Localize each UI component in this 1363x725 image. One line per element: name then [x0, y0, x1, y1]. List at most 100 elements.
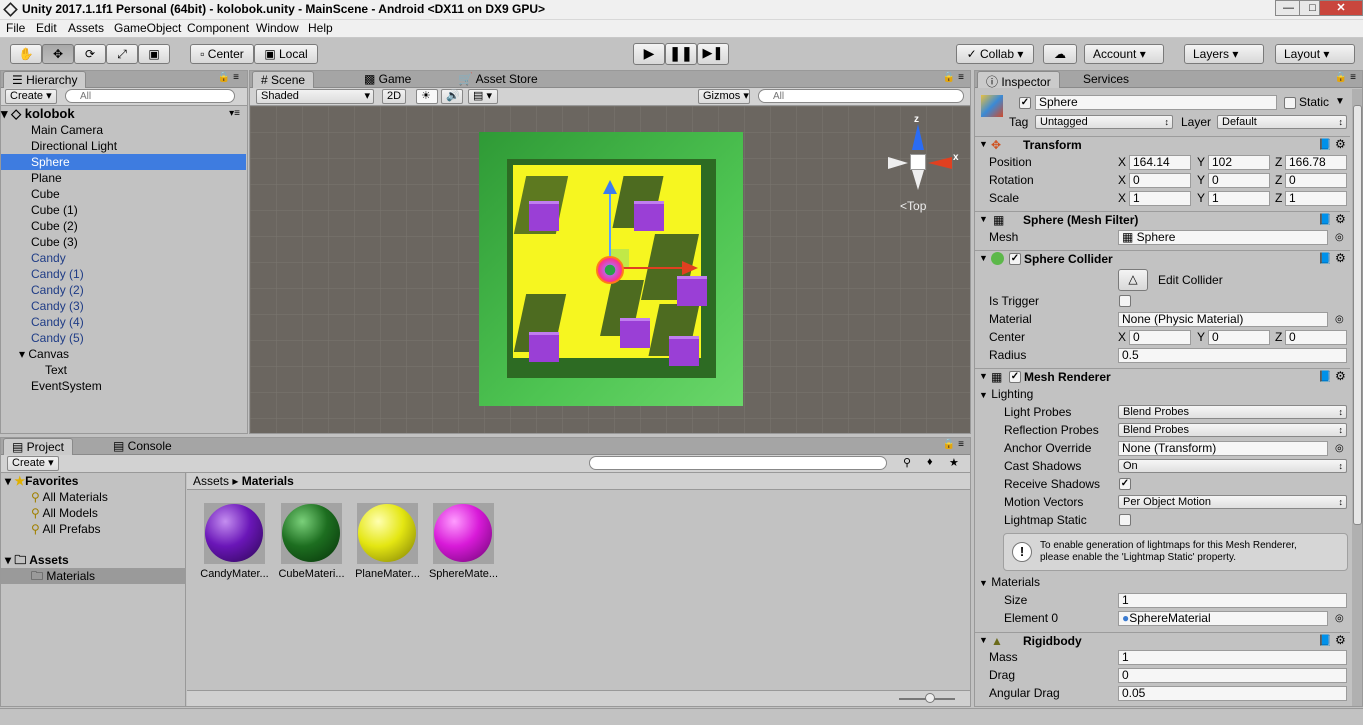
layout-dropdown[interactable]: Layout ▾	[1275, 44, 1355, 64]
foldout-arrow-icon[interactable]: ▼	[979, 139, 988, 149]
scene-search-input[interactable]	[758, 89, 964, 103]
pivot-space-button[interactable]: ▣ Local	[254, 44, 318, 64]
foldout-arrow-icon[interactable]: ▼	[979, 371, 988, 381]
hierarchy-item-candy-1[interactable]: Candy (1)	[1, 266, 246, 282]
hierarchy-item-candy-5[interactable]: Candy (5)	[1, 330, 246, 346]
help-book-icon[interactable]: 📘	[1318, 252, 1332, 265]
mass-field[interactable]: 1	[1118, 650, 1347, 665]
lighting-foldout[interactable]: ▼ Lighting	[979, 387, 1033, 403]
receive-shadows-checkbox[interactable]: ✓	[1119, 478, 1131, 490]
scene-lighting-icon[interactable]: ☀	[416, 89, 438, 104]
tab-inspector[interactable]: ⓘ Inspector	[977, 71, 1060, 89]
hierarchy-item-cube-3[interactable]: Cube (3)	[1, 234, 246, 250]
hierarchy-item-candy-4[interactable]: Candy (4)	[1, 314, 246, 330]
project-search-input[interactable]	[589, 456, 887, 470]
orientation-x-arrow-icon[interactable]	[928, 157, 952, 169]
cast-shadows-dropdown[interactable]: On	[1118, 459, 1347, 473]
orientation-z-arrow-icon[interactable]	[912, 124, 924, 150]
pause-button[interactable]: ❚❚	[665, 43, 697, 65]
orientation-label[interactable]: <Top	[900, 199, 926, 213]
static-checkbox[interactable]	[1284, 97, 1296, 109]
material-tile-2[interactable]	[357, 503, 418, 564]
position-z-field[interactable]: 166.78	[1285, 155, 1347, 170]
static-chevron-icon[interactable]: ▼	[1335, 94, 1345, 109]
foldout-arrow-icon[interactable]: ▼	[979, 214, 988, 224]
rect-tool-icon[interactable]: ▣	[138, 44, 170, 64]
position-x-field[interactable]: 164.14	[1129, 155, 1191, 170]
scale-y-field[interactable]: 1	[1208, 191, 1270, 206]
filter-type-icon[interactable]: ⚲	[903, 456, 911, 469]
center-y-field[interactable]: 0	[1208, 330, 1270, 345]
menu-component[interactable]: Component	[187, 21, 249, 35]
mesh-filter-header[interactable]: ▼ ▦ Sphere (Mesh Filter) 📘 ⚙	[975, 211, 1350, 229]
materials-foldout[interactable]: ▼ Materials	[979, 575, 1040, 591]
project-create-dropdown[interactable]: Create ▾	[7, 456, 59, 471]
gear-icon[interactable]: ⚙	[1335, 369, 1346, 383]
hierarchy-item-candy-2[interactable]: Candy (2)	[1, 282, 246, 298]
gear-icon[interactable]: ⚙	[1335, 137, 1346, 151]
is-trigger-checkbox[interactable]	[1119, 295, 1131, 307]
icon-size-slider-thumb[interactable]	[925, 693, 935, 703]
material-tile-3[interactable]	[433, 503, 494, 564]
anchor-override-field[interactable]: None (Transform)	[1118, 441, 1328, 456]
gear-icon[interactable]: ⚙	[1335, 633, 1346, 647]
mesh-object-field[interactable]: ▦ Sphere	[1118, 230, 1328, 245]
step-button[interactable]: ▶❚	[697, 43, 729, 65]
menu-edit[interactable]: Edit	[36, 21, 57, 35]
tab-hierarchy[interactable]: ☰ Hierarchy	[3, 71, 87, 88]
gear-icon[interactable]: ⚙	[1335, 212, 1346, 226]
hierarchy-item-eventsystem[interactable]: EventSystem	[1, 378, 246, 394]
rigidbody-header[interactable]: ▼ ▲ Rigidbody 📘 ⚙	[975, 632, 1350, 650]
gizmo-y-arrow-icon[interactable]	[603, 180, 617, 194]
breadcrumb-root[interactable]: Assets	[193, 474, 229, 488]
hierarchy-item-cube-2[interactable]: Cube (2)	[1, 218, 246, 234]
sphere-object[interactable]	[596, 256, 624, 284]
tab-console[interactable]: ▤ Console	[105, 438, 180, 455]
transform-header[interactable]: ▼ ✥ Transform 📘 ⚙	[975, 136, 1350, 154]
breadcrumb-current[interactable]: Materials	[242, 474, 294, 488]
gizmos-dropdown[interactable]: Gizmos ▾	[698, 89, 750, 104]
assets-root-row[interactable]: ▾ 🗀 Assets	[1, 552, 186, 568]
favorite-all-materials[interactable]: ⚲ All Materials	[1, 489, 186, 505]
project-lock-icon[interactable]: 🔒 ≡	[943, 439, 964, 450]
hierarchy-item-plane[interactable]: Plane	[1, 170, 246, 186]
favorite-all-models[interactable]: ⚲ All Models	[1, 505, 186, 521]
folder-materials-row[interactable]: 🗀 Materials	[1, 568, 186, 584]
object-name-field[interactable]: Sphere	[1035, 95, 1277, 110]
position-y-field[interactable]: 102	[1208, 155, 1270, 170]
rotate-tool-icon[interactable]: ⟳	[74, 44, 106, 64]
material-tile-0[interactable]	[204, 503, 265, 564]
pivot-center-button[interactable]: ▫ Center	[190, 44, 254, 64]
active-checkbox[interactable]: ✓	[1019, 97, 1031, 109]
lightmap-static-checkbox[interactable]	[1119, 514, 1131, 526]
minimize-button[interactable]: —	[1275, 0, 1302, 16]
hierarchy-item-canvas[interactable]: ▾ Canvas	[1, 346, 246, 362]
hierarchy-item-candy[interactable]: Candy	[1, 250, 246, 266]
renderer-enabled-checkbox[interactable]: ✓	[1009, 371, 1021, 383]
hierarchy-item-cube-1[interactable]: Cube (1)	[1, 202, 246, 218]
object-picker-icon[interactable]: ◎	[1335, 230, 1344, 245]
rotation-z-field[interactable]: 0	[1285, 173, 1347, 188]
tag-dropdown[interactable]: Untagged	[1035, 115, 1173, 129]
gear-icon[interactable]: ⚙	[1335, 251, 1346, 265]
tab-services[interactable]: Services	[1075, 71, 1137, 88]
object-picker-icon[interactable]: ◎	[1335, 611, 1344, 626]
hierarchy-item-candy-3[interactable]: Candy (3)	[1, 298, 246, 314]
orientation-gizmo-center[interactable]	[910, 154, 926, 170]
account-dropdown[interactable]: Account ▾	[1084, 44, 1164, 64]
object-picker-icon[interactable]: ◎	[1335, 441, 1344, 456]
layers-dropdown[interactable]: Layers ▾	[1184, 44, 1264, 64]
object-picker-icon[interactable]: ◎	[1335, 312, 1344, 327]
lock-icon[interactable]: 🔒 ≡	[218, 72, 239, 83]
scene-lock-icon[interactable]: 🔒 ≡	[943, 72, 964, 83]
favorite-star-icon[interactable]: ★	[949, 456, 959, 469]
play-button[interactable]: ▶	[633, 43, 665, 65]
inspector-scroll-thumb[interactable]	[1353, 105, 1362, 525]
center-z-field[interactable]: 0	[1285, 330, 1347, 345]
reflection-probes-dropdown[interactable]: Blend Probes	[1118, 423, 1347, 437]
material-tile-1[interactable]	[281, 503, 342, 564]
inspector-scrollbar[interactable]	[1352, 89, 1362, 706]
scale-x-field[interactable]: 1	[1129, 191, 1191, 206]
tab-game[interactable]: ▩ Game	[356, 71, 419, 88]
hierarchy-item-main-camera[interactable]: Main Camera	[1, 122, 246, 138]
